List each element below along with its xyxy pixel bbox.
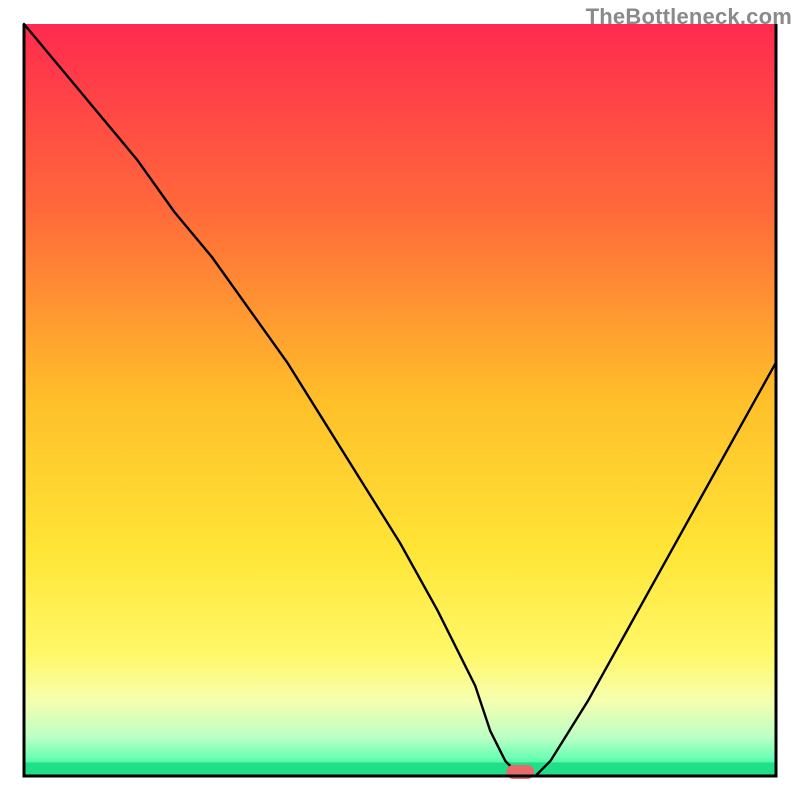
watermark-text: TheBottleneck.com — [586, 4, 792, 30]
gradient-background — [24, 24, 776, 776]
bottleneck-chart: TheBottleneck.com — [0, 0, 800, 800]
baseline-green-strip — [24, 762, 776, 776]
chart-svg — [0, 0, 800, 800]
